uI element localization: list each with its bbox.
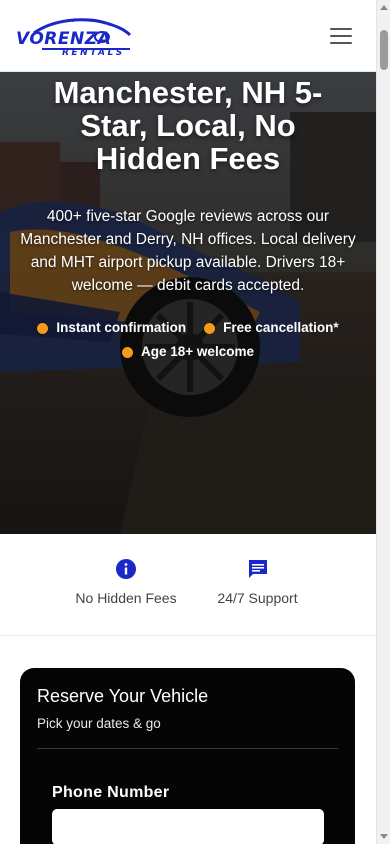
scroll-down-icon[interactable] (380, 834, 388, 839)
reserve-title: Reserve Your Vehicle (37, 686, 209, 706)
feature-list: Instant confirmation Free cancellation* … (0, 316, 376, 364)
trust-label: 24/7 Support (217, 590, 298, 606)
trust-item-no-hidden-fees: No Hidden Fees (66, 558, 186, 606)
logo-subtext: RENTALS (62, 47, 125, 58)
trust-bar: No Hidden Fees 24/7 Support (0, 534, 376, 636)
feature-label: Instant confirmation (56, 320, 187, 335)
hero-description: 400+ five-star Google reviews across our… (20, 208, 356, 294)
feature-item: Age 18+ welcome (122, 340, 254, 364)
reserve-card: Reserve Your Vehicle Pick your dates & g… (20, 668, 355, 844)
feature-label: Age 18+ welcome (141, 344, 254, 359)
chat-icon (248, 560, 267, 578)
hamburger-menu-icon[interactable] (330, 27, 352, 44)
hero-title: Manchester, NH 5-Star, Local, No Hidden … (53, 75, 323, 176)
logo-text: VORENZA (16, 28, 112, 49)
page-scrollbar[interactable] (376, 0, 390, 844)
site-header: VORENZA RENTALS (0, 0, 376, 72)
brand-logo[interactable]: VORENZA RENTALS (14, 13, 134, 59)
scroll-up-icon[interactable] (380, 5, 388, 10)
phone-number-input[interactable] (52, 809, 324, 844)
scrollbar-thumb[interactable] (380, 30, 388, 70)
trust-item-support: 24/7 Support (200, 558, 315, 606)
hero-content: Manchester, NH 5-Star, Local, No Hidden … (0, 72, 376, 364)
divider (37, 748, 338, 749)
bullet-dot-icon (37, 322, 49, 334)
hero-section: Manchester, NH 5-Star, Local, No Hidden … (0, 72, 376, 534)
bullet-dot-icon (122, 346, 134, 358)
feature-item: Free cancellation* (204, 316, 339, 340)
info-icon (116, 559, 136, 579)
feature-label: Free cancellation* (223, 320, 339, 335)
phone-label: Phone Number (52, 784, 170, 801)
trust-label: No Hidden Fees (75, 590, 177, 606)
bullet-dot-icon (204, 322, 216, 334)
reserve-subtitle: Pick your dates & go (37, 716, 161, 731)
feature-item: Instant confirmation (37, 316, 186, 340)
